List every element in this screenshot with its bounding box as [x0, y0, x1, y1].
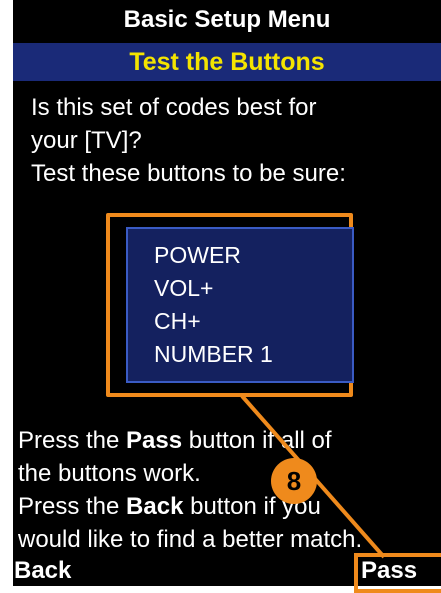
test-button-number-1: NUMBER 1 — [154, 341, 273, 367]
callout-number-badge: 8 — [271, 458, 317, 504]
menu-title: Basic Setup Menu — [13, 0, 441, 43]
back-softkey[interactable]: Back — [14, 556, 71, 586]
intro-line-1: Is this set of codes best for — [31, 94, 317, 121]
instruction-text: Press the — [18, 427, 127, 454]
instruction-line-2: the buttons work. — [18, 460, 201, 487]
instruction-text: button if all of — [182, 427, 332, 454]
pass-softkey[interactable]: Pass — [361, 556, 441, 586]
intro-line-3: Test these buttons to be sure: — [31, 160, 346, 187]
intro-line-2: your [TV]? — [31, 127, 142, 154]
test-button-list: POWER VOL+ CH+ NUMBER 1 — [154, 239, 273, 371]
instructions-text: Press the Pass button if all of the butt… — [18, 424, 428, 556]
pass-keyword: Pass — [126, 427, 183, 454]
back-keyword: Back — [126, 493, 184, 520]
test-button-list-box: POWER VOL+ CH+ NUMBER 1 — [126, 227, 354, 383]
instruction-line-3: Press the Back button if you — [18, 490, 428, 523]
instruction-text: Press the — [18, 493, 127, 520]
test-button-vol-up: VOL+ — [154, 275, 214, 301]
intro-text: Is this set of codes best for your [TV]?… — [31, 91, 441, 190]
test-button-ch-up: CH+ — [154, 308, 201, 334]
screen-title: Test the Buttons — [13, 43, 441, 81]
instruction-line-1: Press the Pass button if all of — [18, 424, 428, 457]
test-button-power: POWER — [154, 242, 241, 268]
instruction-line-4: would like to find a better match. — [18, 526, 363, 553]
